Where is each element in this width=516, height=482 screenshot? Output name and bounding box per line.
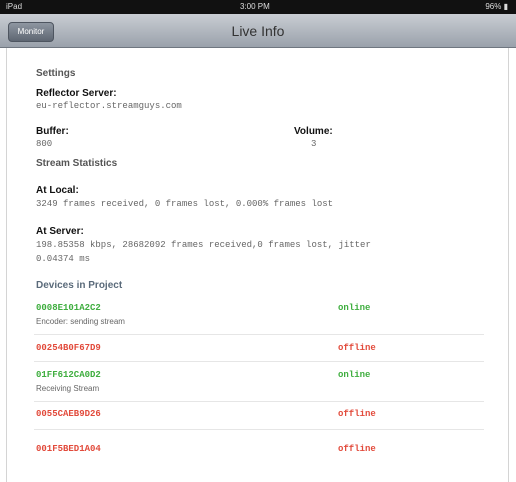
- at-server-value-line2: 0.04374 ms: [36, 254, 91, 264]
- device-id: 0008E101A2C2: [36, 303, 101, 313]
- device-status: offline: [338, 444, 376, 454]
- device-id: 00254B0F67D9: [36, 343, 101, 353]
- right-border: [508, 48, 509, 482]
- device-label: iPad: [6, 2, 23, 11]
- at-server-value-line1: 198.85358 kbps, 28682092 frames received…: [36, 240, 371, 250]
- device-id: 01FF612CA0D2: [36, 370, 101, 380]
- clock: 3:00 PM: [240, 2, 270, 11]
- device-status: online: [338, 370, 371, 380]
- status-bar: iPad 3:00 PM 96% ▮: [0, 0, 516, 14]
- device-status: online: [338, 303, 371, 313]
- at-local-label: At Local:: [36, 185, 79, 196]
- devices-heading: Devices in Project: [36, 280, 123, 291]
- settings-heading: Settings: [36, 68, 76, 79]
- at-server-label: At Server:: [36, 226, 84, 237]
- row-divider: [34, 401, 484, 402]
- row-divider: [34, 334, 484, 335]
- device-id: 001F5BED1A04: [36, 444, 101, 454]
- reflector-server-value: eu-reflector.streamguys.com: [36, 101, 182, 111]
- left-border: [6, 48, 7, 482]
- buffer-label: Buffer:: [36, 126, 69, 137]
- navigation-bar: Monitor Live Info: [0, 14, 516, 48]
- page-title: Live Info: [231, 23, 285, 39]
- device-id: 0055CAEB9D26: [36, 409, 101, 419]
- reflector-server-label: Reflector Server:: [36, 88, 117, 99]
- volume-value: 3: [311, 139, 317, 149]
- row-divider: [34, 429, 484, 430]
- device-status: offline: [338, 409, 376, 419]
- row-divider: [34, 361, 484, 362]
- battery-indicator: 96% ▮: [485, 2, 508, 11]
- volume-label: Volume:: [294, 126, 333, 137]
- stream-statistics-heading: Stream Statistics: [36, 158, 118, 169]
- device-detail: Encoder: sending stream: [36, 317, 125, 326]
- at-local-value: 3249 frames received, 0 frames lost, 0.0…: [36, 199, 334, 209]
- device-status: offline: [338, 343, 376, 353]
- buffer-value: 800: [36, 139, 53, 149]
- device-detail: Receiving Stream: [36, 384, 100, 393]
